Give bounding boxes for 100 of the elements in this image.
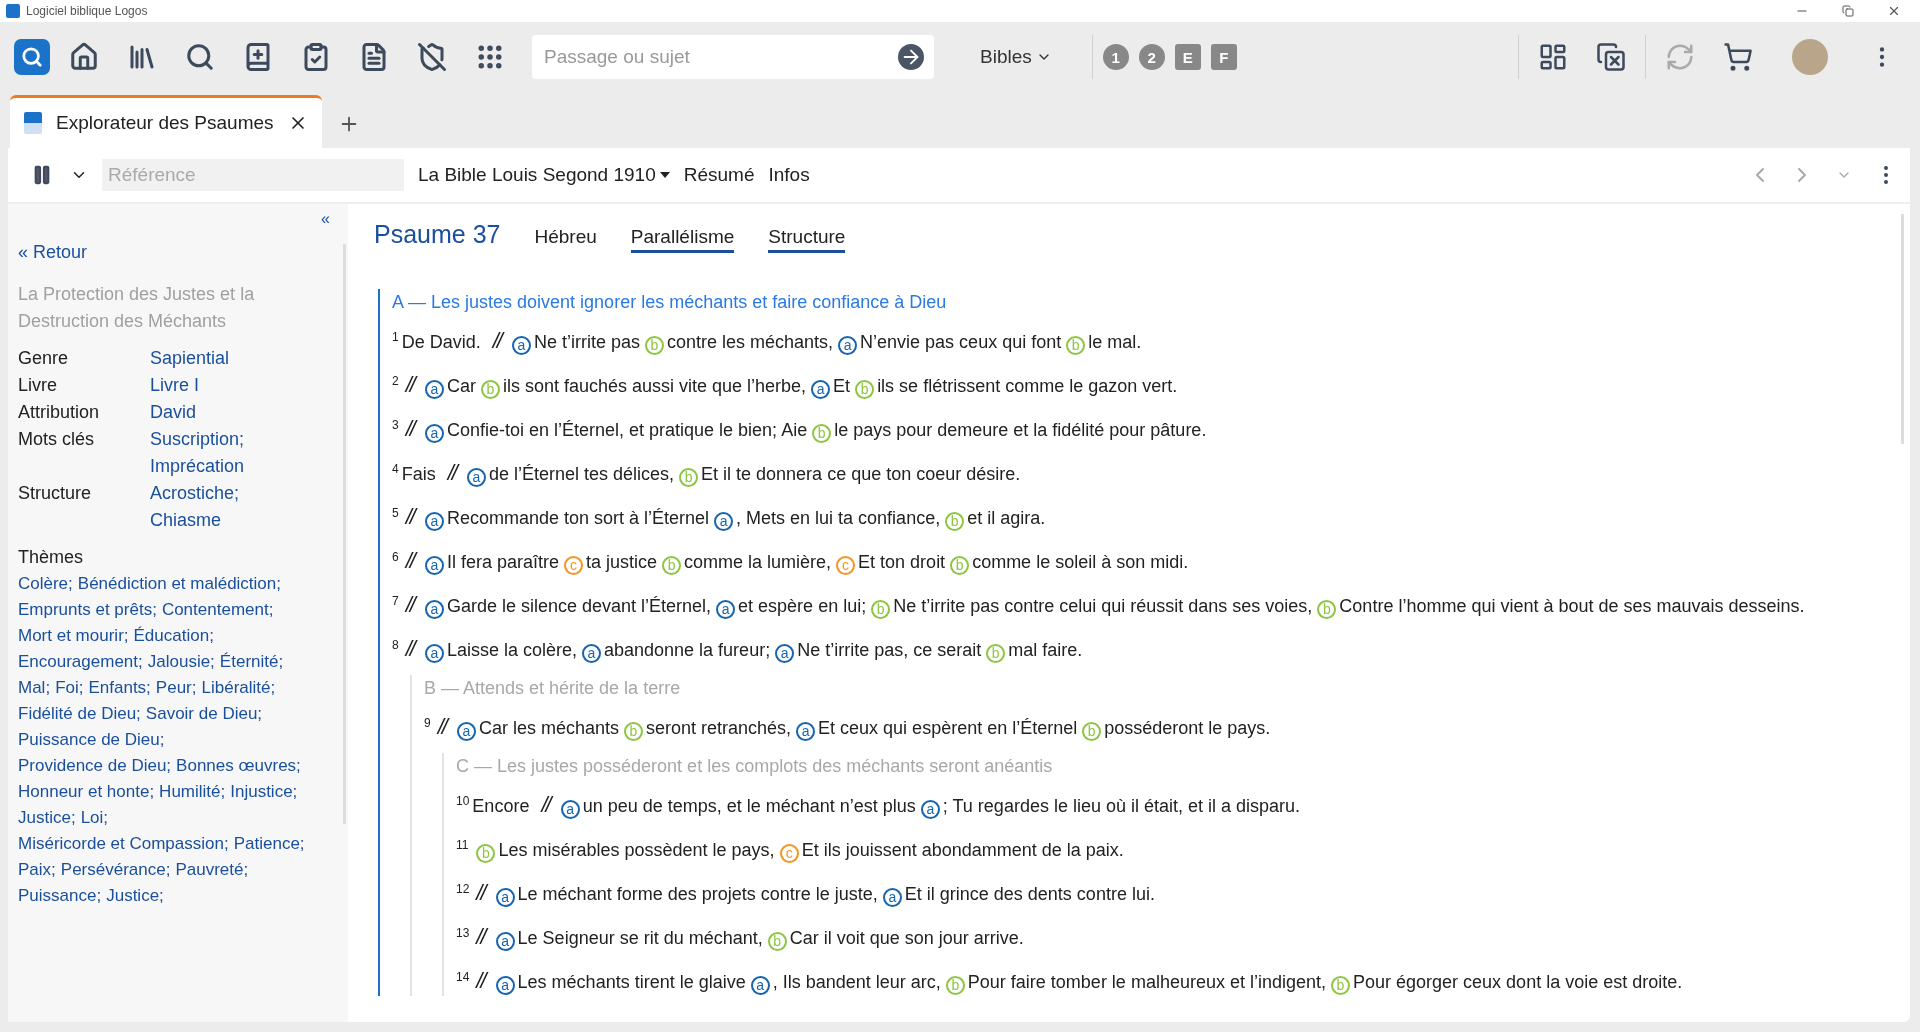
theme-link[interactable]: Mort et mourir; — [18, 623, 129, 649]
line-letter-marker: b — [945, 975, 965, 995]
verse-text: mal faire. — [1008, 640, 1083, 660]
verse-text: et il agira. — [967, 508, 1046, 528]
fact-link[interactable]: Suscription; — [150, 426, 334, 453]
line-letter-marker: a — [424, 423, 444, 443]
theme-link[interactable]: Justice; — [18, 805, 76, 831]
theme-link[interactable]: Mal; — [18, 675, 51, 701]
verse-number: 1 — [392, 330, 399, 344]
theme-link[interactable]: Paix; — [18, 857, 56, 883]
fact-label: Mots clés — [18, 428, 96, 451]
theme-link[interactable]: Encouragement; — [18, 649, 143, 675]
resource-button[interactable]: F — [1210, 44, 1237, 70]
verse-text: Ne t’irrite pas — [533, 332, 640, 352]
theme-link[interactable]: Bénédiction et malédiction; — [77, 571, 281, 597]
verse-text: N’envie pas ceux qui font — [860, 332, 1062, 352]
logo-icon[interactable] — [14, 39, 50, 75]
theme-link[interactable]: Foi; — [55, 675, 84, 701]
fact-label: Genre — [18, 347, 70, 370]
resource-button[interactable]: E — [1174, 44, 1201, 70]
theme-link[interactable]: Injustice; — [230, 779, 298, 805]
collapse-button[interactable]: « — [317, 210, 334, 228]
line-letter-marker: b — [950, 555, 970, 575]
search-bar[interactable]: Passage ou sujet — [532, 35, 934, 79]
line-letter-marker: a — [775, 643, 795, 663]
verse-text: ils sont fauchés aussi vite que l’herbe, — [502, 376, 807, 396]
tab-label[interactable]: Explorateur des Psaumes — [56, 112, 274, 134]
theme-link[interactable]: Providence de Dieu; — [18, 753, 172, 779]
theme-link[interactable]: Emprunts et prêts; — [18, 597, 157, 623]
restore-icon[interactable] — [1842, 5, 1854, 17]
bibles-menu-button[interactable]: Bibles — [974, 45, 1058, 69]
line-letter-marker: a — [424, 379, 444, 399]
line-letter-marker: b — [812, 423, 832, 443]
verse-number: 9 — [424, 716, 431, 730]
theme-link[interactable]: Pauvreté; — [175, 857, 249, 883]
view-toggle[interactable]: Parallélisme — [630, 226, 735, 253]
verse-text: Garde le silence devant l’Éternel, — [446, 596, 712, 616]
view-toggle[interactable]: Hébreu — [534, 226, 597, 253]
tab[interactable]: Explorateur des Psaumes — [10, 95, 322, 148]
verse-text: Contre l’homme qui vient à bout de ses mauvais desseins. — [1339, 596, 1805, 616]
verse-text: abandonne la fureur; — [604, 640, 771, 660]
theme-link[interactable]: Persévérance; — [60, 857, 171, 883]
line-letter-marker: a — [511, 335, 531, 355]
verse-text: de l’Éternel tes délices, — [488, 464, 675, 484]
theme-link[interactable]: Colère; — [18, 571, 73, 597]
theme-link[interactable]: Éternité; — [219, 649, 284, 675]
verse-text: Les misérables possèdent le pays, — [498, 840, 775, 860]
theme-link[interactable]: Miséricorde et Compassion; — [18, 831, 229, 857]
version-menu-button[interactable]: La Bible Louis Segond 1910 — [418, 164, 670, 186]
theme-link[interactable]: Humilité; — [159, 779, 226, 805]
line-letter-marker: a — [466, 467, 486, 487]
back-link[interactable]: « Retour — [18, 242, 334, 263]
scrollbar-thumb[interactable] — [1901, 214, 1904, 444]
resource-button[interactable]: 1 — [1102, 44, 1129, 70]
theme-link[interactable]: Contentement; — [161, 597, 274, 623]
line-letter-marker: b — [624, 721, 643, 741]
verse-number: 6 — [392, 550, 399, 564]
themes-label: Thèmes — [18, 546, 85, 569]
theme-link[interactable]: Puissance; — [18, 883, 102, 909]
fact-link[interactable]: David — [150, 399, 334, 426]
verse-text: Confie-toi en l’Éternel, et pratique le bien; Aie — [446, 420, 808, 440]
verse-text: Ne t’irrite pas contre celui qui réussit dans ses voies, — [893, 596, 1313, 616]
fact-link[interactable]: Chiasme — [150, 507, 334, 534]
search-field[interactable]: Passage ou sujet — [542, 45, 898, 69]
theme-link[interactable]: Jalousie; — [147, 649, 215, 675]
panel-link[interactable]: Infos — [768, 164, 810, 186]
window-title: Logiciel biblique Logos — [26, 4, 149, 18]
line-letter-marker: a — [714, 511, 734, 531]
app-logo-icon — [6, 4, 20, 18]
theme-link[interactable]: Éducation; — [133, 623, 214, 649]
reference-field[interactable]: Référence — [102, 159, 404, 191]
theme-link[interactable]: Justice; — [106, 883, 164, 909]
line-letter-marker: b — [645, 335, 664, 355]
theme-link[interactable]: Loi; — [80, 805, 109, 831]
verse-number: 5 — [392, 506, 399, 520]
theme-link[interactable]: Peur; — [155, 675, 197, 701]
theme-link[interactable]: Libéralité; — [201, 675, 276, 701]
verse-text: comme le soleil à son midi. — [972, 552, 1189, 572]
theme-link[interactable]: Puissance de Dieu; — [18, 727, 165, 753]
fact-link[interactable]: Sapiential — [150, 345, 334, 372]
verse-text: Et il grince des dents contre lui. — [904, 884, 1155, 904]
theme-link[interactable]: Bonnes œuvres; — [176, 753, 301, 779]
theme-link[interactable]: Enfants; — [88, 675, 151, 701]
line-letter-marker: b — [662, 555, 682, 575]
fact-link[interactable]: Acrostiche; — [150, 480, 334, 507]
line-letter-marker: a — [920, 799, 940, 819]
theme-link[interactable]: Savoir de Dieu; — [145, 701, 263, 727]
verse-text: Laisse la colère, — [446, 640, 577, 660]
line-letter-marker: b — [1082, 721, 1102, 741]
fact-link[interactable]: Livre I — [150, 372, 334, 399]
theme-link[interactable]: Patience; — [233, 831, 305, 857]
verse-text: Les méchants tirent le glaive — [517, 972, 746, 992]
view-toggle[interactable]: Structure — [768, 226, 846, 253]
close-icon[interactable] — [1887, 4, 1901, 18]
resource-button[interactable]: 2 — [1138, 44, 1165, 70]
verse-text: posséderont le pays. — [1104, 718, 1271, 738]
theme-link[interactable]: Fidélité de Dieu; — [18, 701, 141, 727]
panel-link[interactable]: Résumé — [683, 164, 755, 186]
theme-link[interactable]: Honneur et honte; — [18, 779, 155, 805]
fact-link[interactable]: Imprécation — [150, 453, 334, 480]
